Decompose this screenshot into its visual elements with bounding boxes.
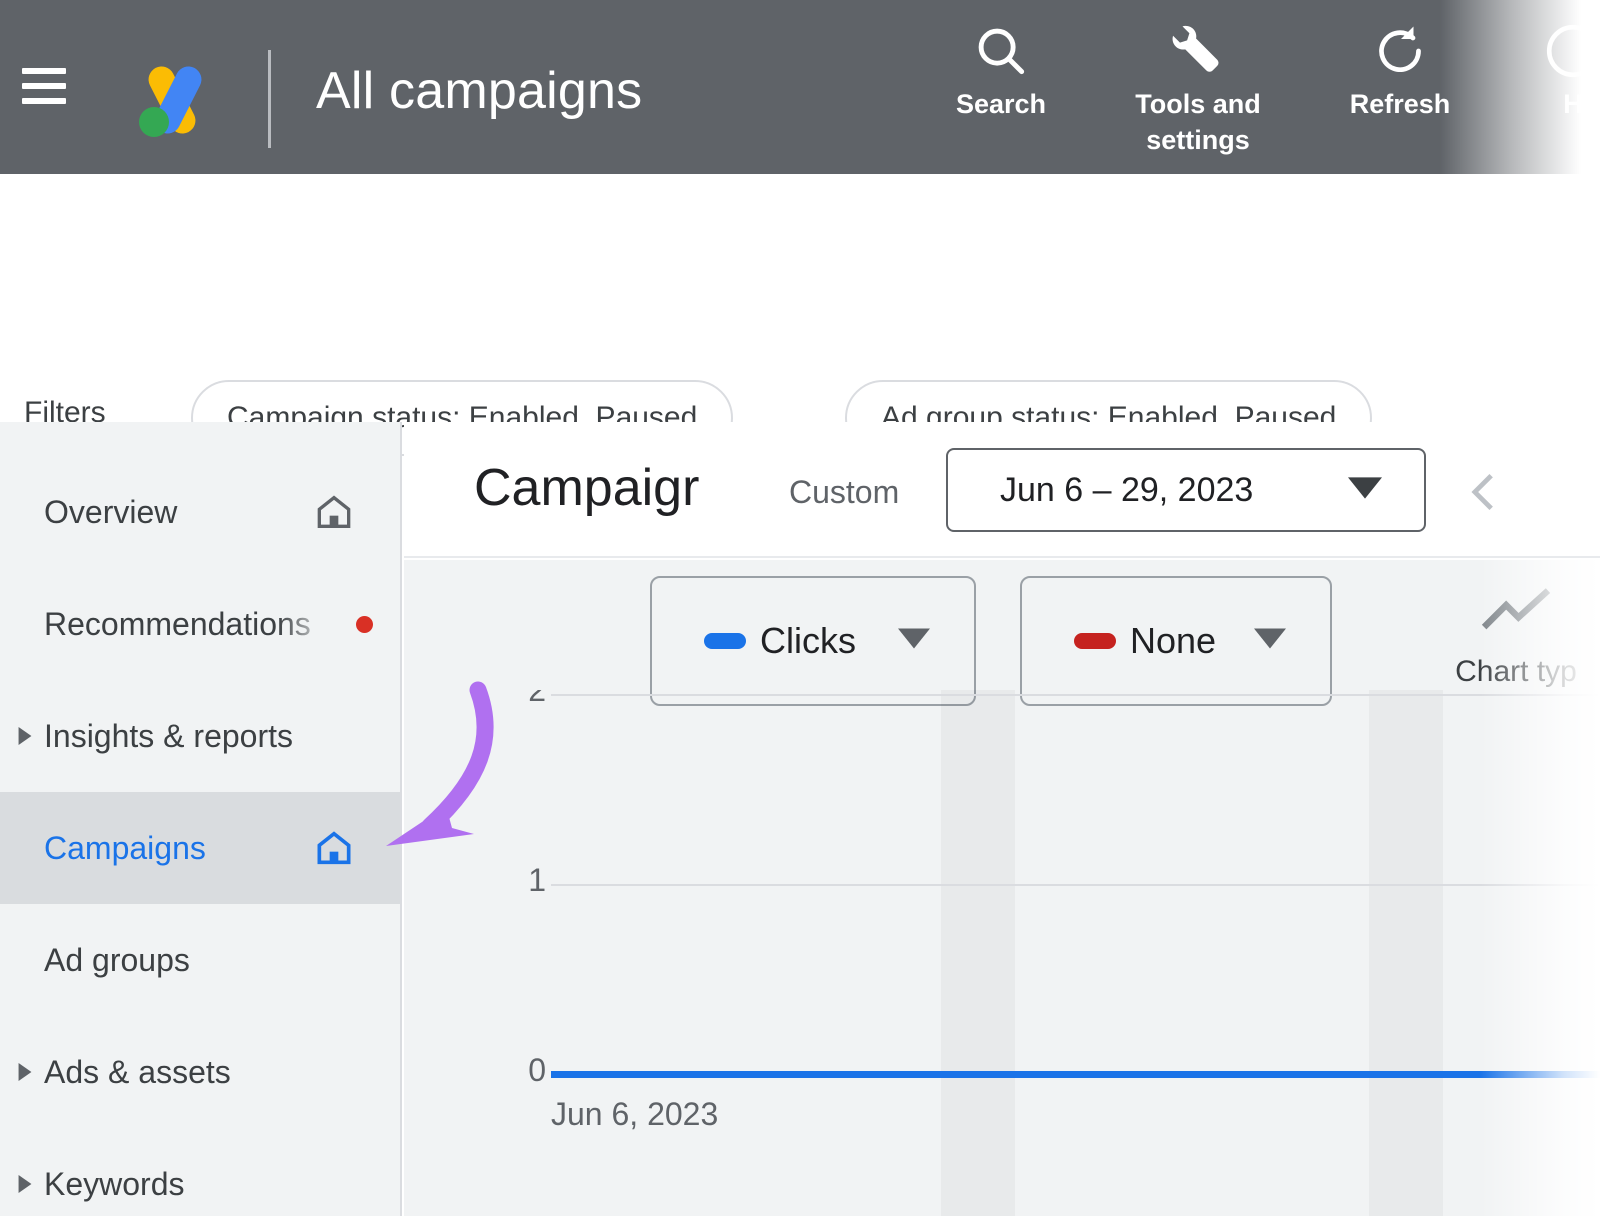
- chart-type-label: Chart typ: [1455, 655, 1577, 689]
- home-icon: [314, 492, 354, 532]
- recommendations-notification-badge: [356, 616, 373, 633]
- search-button[interactable]: Search: [930, 20, 1072, 122]
- sidebar-item-keywords[interactable]: Keywords: [0, 1128, 400, 1216]
- google-ads-logo[interactable]: [135, 58, 211, 140]
- chart-plot-area: 2 1 0 Jun 6, 2023: [404, 690, 1600, 1216]
- sidebar-item-label: Recommendations: [44, 606, 311, 643]
- y-axis-tick-0: 0: [486, 1052, 546, 1089]
- chevron-down-icon: [898, 628, 930, 654]
- previous-period-button[interactable]: [1462, 470, 1506, 514]
- chevron-right-icon: [16, 1175, 34, 1193]
- campaigns-home-icon: [314, 828, 354, 868]
- refresh-icon: [1370, 20, 1430, 82]
- x-axis-tick-start: Jun 6, 2023: [551, 1096, 718, 1133]
- chevron-right-icon: [16, 727, 34, 745]
- weekend-shading-band: [1369, 690, 1442, 1216]
- main-header: Campaigr Custom Jun 6 – 29, 2023: [404, 422, 1600, 558]
- sidebar-item-ad-groups[interactable]: Ad groups: [0, 904, 400, 1016]
- sidebar-item-label: Ads & assets: [44, 1054, 231, 1091]
- sidebar-item-label: Overview: [44, 494, 177, 531]
- hamburger-bar: [22, 98, 66, 104]
- filter-bar: Filters Campaign status: Enabled, Paused…: [0, 174, 1600, 422]
- help-button[interactable]: H: [1508, 20, 1600, 122]
- chart-card: Clicks None Chart typ: [404, 560, 1600, 1216]
- primary-metric-selector[interactable]: Clicks: [650, 576, 976, 706]
- secondary-metric-color-swatch: [1074, 633, 1116, 649]
- help-icon: [1542, 20, 1600, 82]
- hamburger-bar: [22, 83, 66, 89]
- top-app-bar: All campaigns Search Tools and settings: [0, 0, 1600, 174]
- weekend-shading-band: [941, 690, 1014, 1216]
- y-axis-tick-1: 1: [486, 862, 546, 899]
- sidebar-item-ads-and-assets[interactable]: Ads & assets: [0, 1016, 400, 1128]
- help-button-label: H: [1563, 86, 1583, 122]
- secondary-metric-label: None: [1130, 620, 1216, 662]
- line-chart-icon: [1479, 584, 1553, 641]
- page-root: All campaigns Search Tools and settings: [0, 0, 1600, 1216]
- chart-type-button[interactable]: Chart typ: [1426, 584, 1600, 689]
- hamburger-menu-icon[interactable]: [22, 68, 66, 104]
- sidebar-nav: Overview Recommendations Insights & repo…: [0, 422, 402, 1216]
- refresh-button-label: Refresh: [1350, 86, 1451, 122]
- plot-right-fade: [1480, 690, 1600, 1216]
- main-panel: Campaigr Custom Jun 6 – 29, 2023 Clicks: [404, 422, 1600, 1216]
- appbar-divider: [268, 50, 271, 148]
- page-title: Campaigr: [474, 458, 699, 518]
- date-preset-label: Custom: [789, 474, 899, 511]
- page-title-appbar: All campaigns: [316, 61, 642, 121]
- sidebar-item-insights-and-reports[interactable]: Insights & reports: [0, 680, 400, 792]
- y-axis-tick-2: 2: [486, 690, 546, 709]
- chevron-down-icon: [1254, 628, 1286, 654]
- gridline-1: [551, 884, 1600, 886]
- date-range-value: Jun 6 – 29, 2023: [1000, 471, 1253, 510]
- chevron-right-icon: [16, 1063, 34, 1081]
- search-button-label: Search: [956, 86, 1046, 122]
- hamburger-bar: [22, 68, 66, 74]
- primary-metric-label: Clicks: [760, 620, 856, 662]
- refresh-button[interactable]: Refresh: [1320, 20, 1480, 122]
- sidebar-item-overview[interactable]: Overview: [0, 456, 400, 568]
- date-range-picker[interactable]: Jun 6 – 29, 2023: [946, 448, 1426, 532]
- sidebar-item-recommendations[interactable]: Recommendations: [0, 568, 400, 680]
- sidebar-item-label: Insights & reports: [44, 718, 293, 755]
- gridline-2: [551, 694, 1600, 696]
- primary-metric-color-swatch: [704, 633, 746, 649]
- search-icon: [970, 20, 1032, 82]
- clicks-series-line: [551, 1071, 1600, 1078]
- sidebar-item-label: Ad groups: [44, 942, 190, 979]
- sidebar-item-label: Keywords: [44, 1166, 185, 1203]
- secondary-metric-selector[interactable]: None: [1020, 576, 1332, 706]
- tools-and-settings-label: Tools and settings: [1098, 86, 1298, 159]
- sidebar-item-label: Campaigns: [44, 830, 206, 867]
- sidebar-item-campaigns[interactable]: Campaigns: [0, 792, 400, 904]
- wrench-icon: [1168, 20, 1228, 82]
- chevron-down-icon: [1348, 477, 1382, 504]
- tools-and-settings-button[interactable]: Tools and settings: [1098, 20, 1298, 159]
